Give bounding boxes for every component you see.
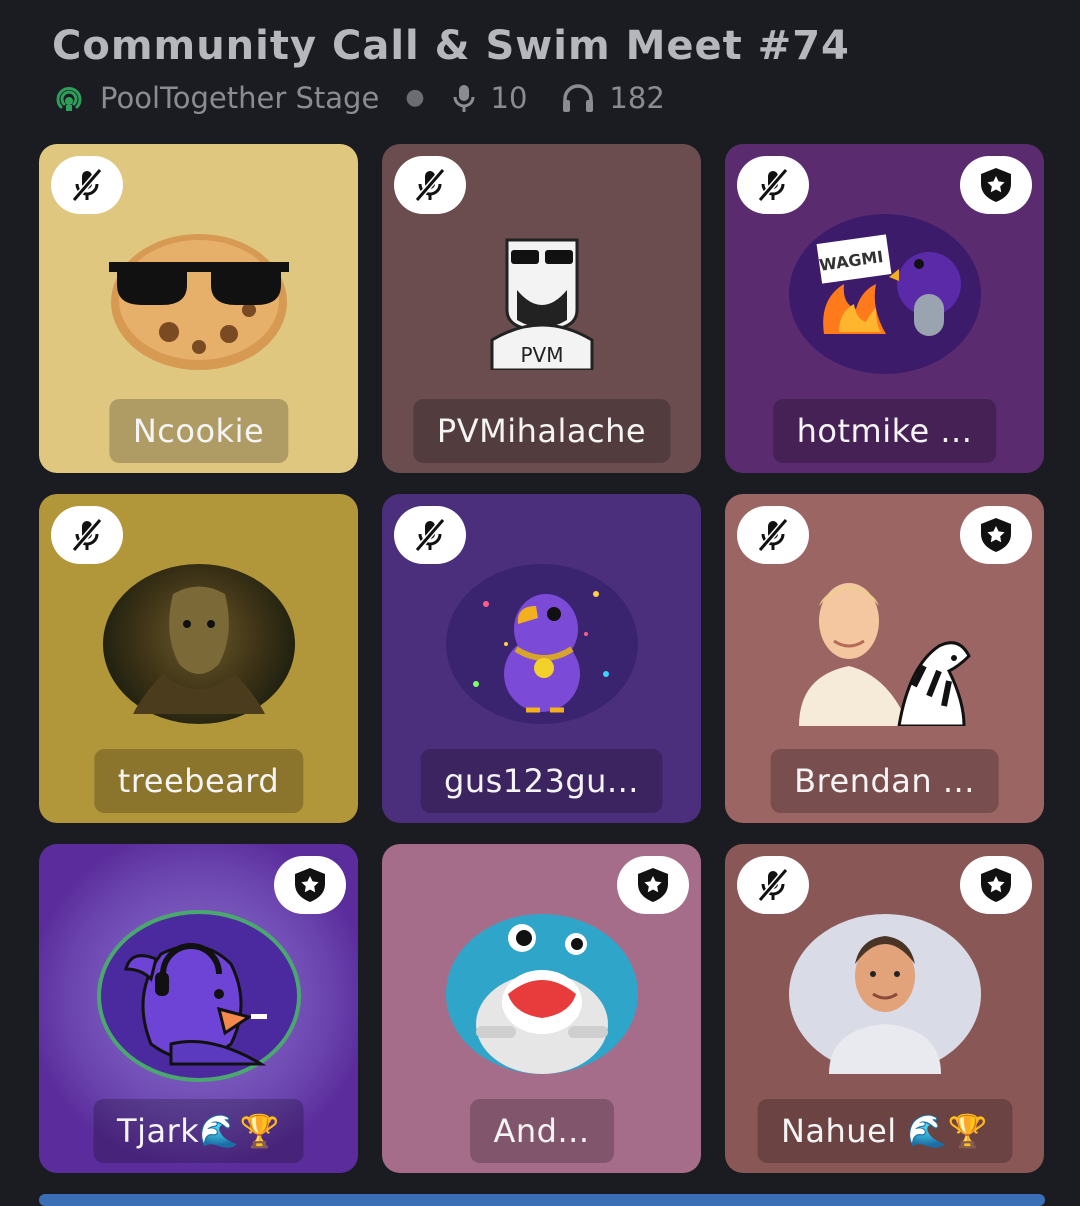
bottom-panel-edge <box>39 1194 1045 1206</box>
moderator-shield-icon <box>960 156 1032 214</box>
participant-name: treebeard <box>93 749 304 813</box>
moderator-shield-icon <box>960 506 1032 564</box>
stage-icon <box>56 87 82 111</box>
stage-title: Community Call & Swim Meet #74 <box>52 23 850 69</box>
microphone-icon <box>453 85 475 112</box>
participant-name: Nahuel 🌊🏆 <box>756 1099 1013 1163</box>
moderator-shield-icon <box>960 856 1032 914</box>
participant-card[interactable]: PVM PVMihalache <box>382 144 701 473</box>
muted-mic-icon <box>737 856 809 914</box>
muted-mic-icon <box>394 156 466 214</box>
moderator-shield-icon <box>274 856 346 914</box>
avatar-speaking <box>96 910 301 1082</box>
participant-card[interactable]: And... <box>382 844 701 1173</box>
participant-name: Ncookie <box>108 399 289 463</box>
svg-text:PVM: PVM <box>520 343 563 367</box>
muted-mic-icon <box>51 156 123 214</box>
avatar <box>102 564 295 724</box>
avatar: WAGMI <box>788 214 981 374</box>
participant-name: gus123gu... <box>420 749 663 813</box>
participant-card[interactable]: gus123gu... <box>382 494 701 823</box>
stage-name: PoolTogether Stage <box>100 81 380 115</box>
stage-info: PoolTogether Stage ● 10 182 <box>52 78 1060 118</box>
participant-card[interactable]: Tjark🌊🏆 <box>39 844 358 1173</box>
participant-card[interactable]: Nahuel 🌊🏆 <box>725 844 1044 1173</box>
participant-name: hotmike ... <box>772 399 997 463</box>
stage-header: Community Call & Swim Meet #74 PoolToget… <box>52 22 1060 118</box>
avatar <box>108 222 289 372</box>
speaker-count: 10 <box>490 81 528 115</box>
muted-mic-icon <box>394 506 466 564</box>
avatar <box>788 914 981 1074</box>
separator-dot: ● <box>405 85 425 110</box>
participant-card[interactable]: treebeard <box>39 494 358 823</box>
participant-name: Brendan ... <box>770 749 999 813</box>
muted-mic-icon <box>51 506 123 564</box>
listener-count: 182 <box>609 81 665 115</box>
participant-card[interactable]: Brendan ... <box>725 494 1044 823</box>
muted-mic-icon <box>737 156 809 214</box>
moderator-shield-icon <box>617 856 689 914</box>
muted-mic-icon <box>737 506 809 564</box>
headphones-icon <box>563 84 594 112</box>
avatar <box>789 566 981 728</box>
participant-name: Tjark🌊🏆 <box>93 1099 304 1163</box>
avatar <box>445 914 638 1074</box>
participant-name: And... <box>469 1099 614 1163</box>
avatar <box>445 564 638 724</box>
participant-name: PVMihalache <box>412 399 671 463</box>
participant-card[interactable]: WAGMI hotmike ... <box>725 144 1044 473</box>
avatar: PVM <box>477 220 607 372</box>
participant-card[interactable]: Ncookie <box>39 144 358 473</box>
